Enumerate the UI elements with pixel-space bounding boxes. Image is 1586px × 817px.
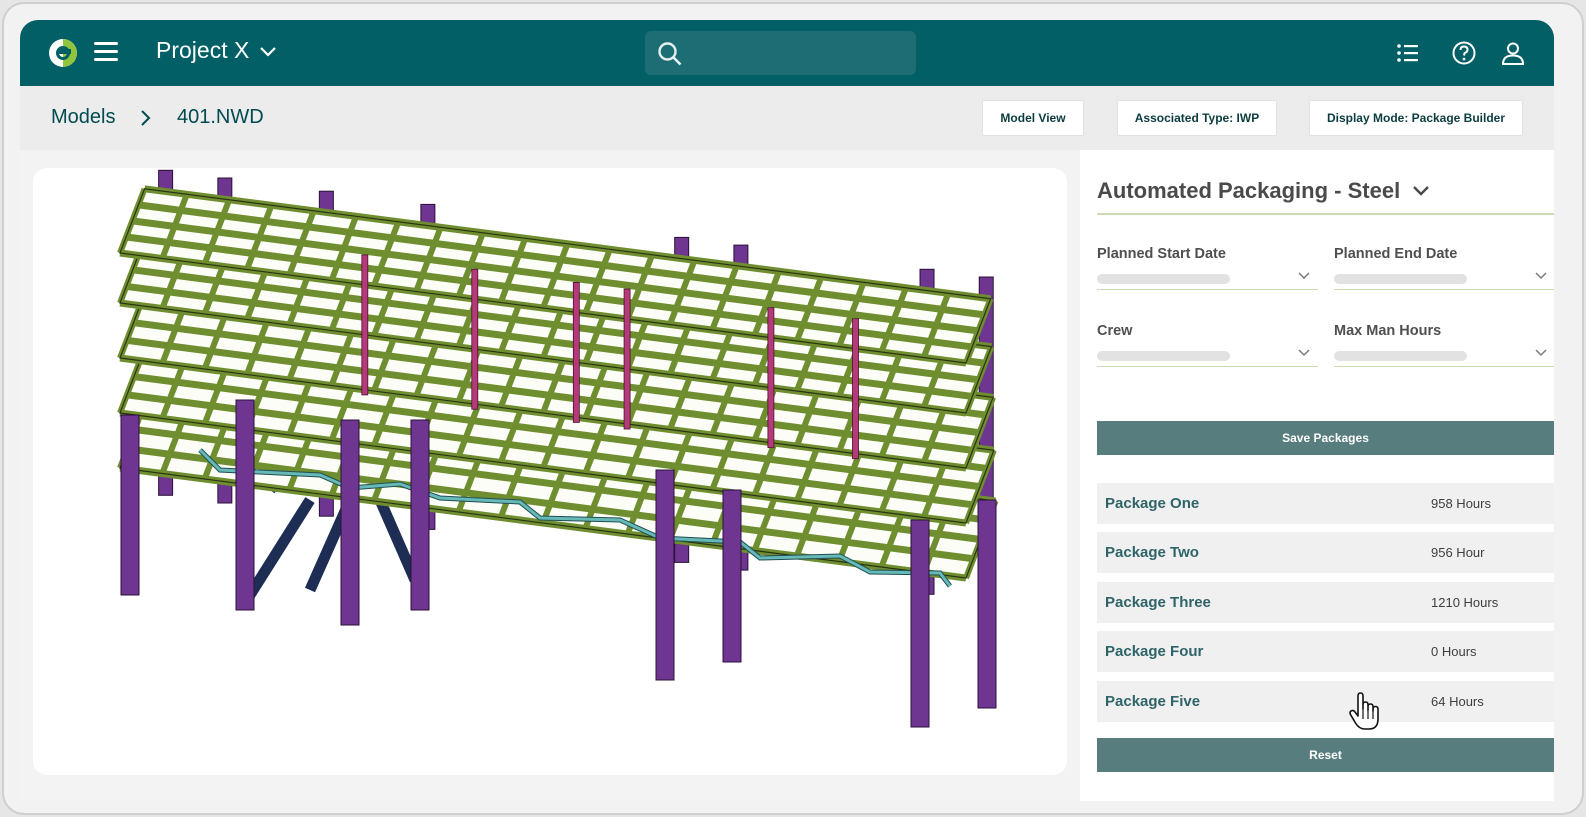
package-row[interactable]: Package Three 1210 Hours <box>1097 582 1554 623</box>
package-name: Package Four <box>1105 643 1204 660</box>
project-name: Project X <box>156 37 250 63</box>
project-selector[interactable]: Project X <box>156 37 277 64</box>
package-name: Package Three <box>1105 594 1211 611</box>
package-hours: 1210 Hours <box>1431 595 1499 610</box>
package-row[interactable]: Package One 958 Hours <box>1097 483 1554 524</box>
package-row[interactable]: Package Five 64 Hours <box>1097 681 1554 722</box>
breadcrumb: Models 401.NWD Model View Associated Typ… <box>20 86 1554 150</box>
crew-label: Crew <box>1097 323 1133 339</box>
planned-end-date-field[interactable] <box>1334 268 1554 290</box>
chevron-down-icon <box>260 46 277 57</box>
brace <box>374 497 421 583</box>
column-front <box>655 469 675 681</box>
column-front <box>910 519 930 728</box>
package-hours: 64 Hours <box>1431 694 1484 709</box>
panel-title: Automated Packaging - Steel <box>1097 178 1401 203</box>
chevron-down-icon <box>1413 186 1430 196</box>
hand-pointer-cursor-icon <box>1349 692 1379 730</box>
max-man-hours-label: Max Man Hours <box>1334 323 1442 339</box>
planned-start-label: Planned Start Date <box>1097 246 1226 262</box>
top-bar: Project X <box>20 20 1554 86</box>
user-icon[interactable] <box>1500 40 1526 66</box>
company-logo-icon[interactable] <box>48 38 78 68</box>
package-row[interactable]: Package Four 0 Hours <box>1097 631 1554 672</box>
save-packages-button[interactable]: Save Packages <box>1097 421 1554 455</box>
chevron-down-icon <box>1535 349 1547 357</box>
crew-field[interactable] <box>1097 345 1318 367</box>
strut <box>767 307 775 449</box>
associated-type-button[interactable]: Associated Type: IWP <box>1117 100 1277 136</box>
chevron-down-icon <box>1535 272 1547 280</box>
brace <box>245 497 315 598</box>
model-view-button[interactable]: Model View <box>982 100 1084 136</box>
column-front <box>120 414 140 596</box>
breadcrumb-models[interactable]: Models <box>51 106 115 129</box>
chevron-right-icon <box>141 110 151 126</box>
strut <box>852 318 859 460</box>
packaging-type-selector[interactable]: Automated Packaging - Steel <box>1097 178 1430 204</box>
package-name: Package One <box>1105 495 1200 512</box>
steel-structure-3d-model[interactable] <box>33 168 1067 775</box>
column-front <box>977 499 997 709</box>
package-hours: 956 Hour <box>1431 545 1485 560</box>
search-icon <box>658 42 682 66</box>
package-name: Package Five <box>1105 693 1201 710</box>
packaging-panel: Automated Packaging - Steel Planned Star… <box>1080 150 1554 801</box>
package-name: Package Two <box>1105 544 1199 561</box>
app-window: Project X Models 401.NWD Model View Asso… <box>20 20 1554 801</box>
strut <box>623 288 631 430</box>
device-frame: Project X Models 401.NWD Model View Asso… <box>2 2 1584 815</box>
column-front <box>235 399 255 611</box>
help-icon[interactable] <box>1451 40 1477 66</box>
package-hours: 958 Hours <box>1431 496 1491 511</box>
column-front <box>722 489 742 663</box>
column-front <box>340 419 360 626</box>
breadcrumb-current-model[interactable]: 401.NWD <box>177 106 264 129</box>
chevron-down-icon <box>1298 349 1310 357</box>
search-input[interactable] <box>645 31 916 75</box>
reset-button[interactable]: Reset <box>1097 738 1554 772</box>
planned-start-date-field[interactable] <box>1097 268 1318 290</box>
title-divider <box>1097 213 1554 215</box>
model-viewer-canvas[interactable] <box>33 168 1067 775</box>
strut <box>471 268 479 410</box>
hamburger-menu-icon[interactable] <box>94 42 118 62</box>
display-mode-button[interactable]: Display Mode: Package Builder <box>1309 100 1523 136</box>
list-icon[interactable] <box>1395 40 1421 66</box>
planned-end-label: Planned End Date <box>1334 246 1458 262</box>
strut <box>361 254 369 396</box>
chevron-down-icon <box>1298 272 1310 280</box>
strut <box>572 281 580 423</box>
package-row[interactable]: Package Two 956 Hour <box>1097 532 1554 573</box>
max-man-hours-field[interactable] <box>1334 345 1554 367</box>
package-hours: 0 Hours <box>1431 644 1477 659</box>
column-front <box>410 419 430 611</box>
